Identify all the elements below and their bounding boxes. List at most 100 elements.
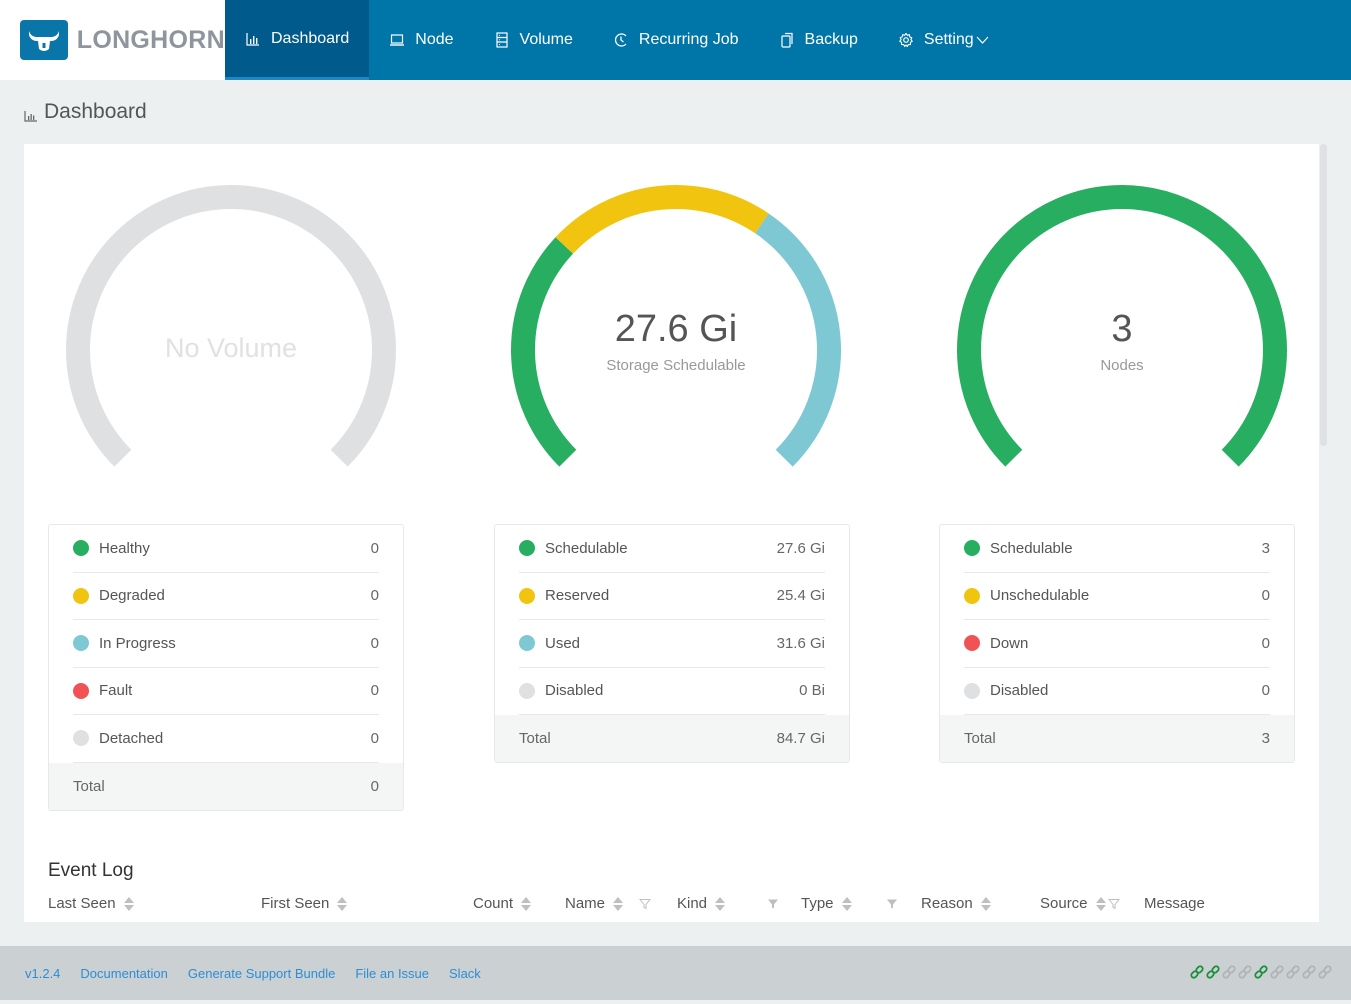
column-name[interactable]: Name	[565, 895, 651, 912]
legend-row-degraded[interactable]: Degraded 0	[73, 573, 379, 621]
legend-row-healthy[interactable]: Healthy 0	[73, 525, 379, 573]
status-dot	[964, 540, 980, 556]
column-kind[interactable]: Kind	[677, 895, 779, 912]
link-icon	[1189, 964, 1205, 980]
sort-icon[interactable]	[521, 897, 531, 911]
clock-icon	[613, 32, 629, 48]
brand-name: LONGHORN	[77, 26, 225, 55]
legend-label: Reserved	[545, 587, 777, 604]
legend-value: 0	[371, 730, 379, 747]
legend-value: 0	[371, 635, 379, 652]
storage-gauge-value: 27.6 Gi	[496, 308, 856, 351]
nav-recurring-job-label: Recurring Job	[639, 31, 739, 49]
legend-label: Disabled	[990, 682, 1262, 699]
sort-icon[interactable]	[337, 897, 347, 911]
nav-volume[interactable]: Volume	[474, 0, 593, 80]
documentation-link[interactable]: Documentation	[80, 966, 167, 981]
legend-value: 0	[371, 540, 379, 557]
sort-icon[interactable]	[613, 897, 623, 911]
column-source[interactable]: Source	[1040, 895, 1120, 912]
nav-dashboard-label: Dashboard	[271, 30, 349, 48]
legend-row-schedulable[interactable]: Schedulable 27.6 Gi	[519, 525, 825, 573]
legend-label: In Progress	[99, 635, 371, 652]
legend-label: Schedulable	[990, 540, 1262, 557]
nav-setting[interactable]: Setting	[878, 0, 1009, 80]
legend-value: 3	[1262, 540, 1270, 557]
column-count[interactable]: Count	[473, 895, 531, 912]
column-label: Reason	[921, 895, 973, 912]
legend-total-value: 0	[371, 778, 379, 795]
nav-node[interactable]: Node	[369, 0, 473, 80]
sort-icon[interactable]	[715, 897, 725, 911]
panel-scrollbar[interactable]	[1320, 144, 1327, 446]
legend-row-reserved[interactable]: Reserved 25.4 Gi	[519, 573, 825, 621]
sort-icon[interactable]	[1096, 897, 1106, 911]
column-label: Last Seen	[48, 895, 116, 912]
filter-icon[interactable]	[886, 898, 898, 910]
link-icon	[1221, 964, 1237, 980]
status-dot	[519, 588, 535, 604]
file-an-issue-link[interactable]: File an Issue	[355, 966, 429, 981]
sort-icon[interactable]	[981, 897, 991, 911]
nav-node-label: Node	[415, 31, 453, 49]
nav-setting-label: Setting	[924, 31, 974, 49]
legend-total-label: Total	[519, 730, 777, 747]
nav-dashboard[interactable]: Dashboard	[225, 0, 369, 80]
legend-total-row: Total 3	[940, 715, 1294, 762]
laptop-icon	[389, 32, 405, 48]
status-dot	[73, 730, 89, 746]
link-icon	[1253, 964, 1269, 980]
link-icon	[1301, 964, 1317, 980]
no-volume-text: No Volume	[51, 333, 411, 364]
status-dot	[73, 683, 89, 699]
legend-row-in-progress[interactable]: In Progress 0	[73, 620, 379, 668]
sort-icon[interactable]	[124, 897, 134, 911]
top-nav-bar: LONGHORN Dashboard Node Volume Recurring…	[0, 0, 1351, 80]
column-first-seen[interactable]: First Seen	[261, 895, 347, 912]
legend-row-detached[interactable]: Detached 0	[73, 715, 379, 763]
legend-row-schedulable[interactable]: Schedulable 3	[964, 525, 1270, 573]
version-link[interactable]: v1.2.4	[25, 966, 60, 981]
chevron-down-icon	[976, 35, 989, 45]
column-type[interactable]: Type	[801, 895, 898, 912]
legend-row-fault[interactable]: Fault 0	[73, 668, 379, 716]
legend-total-value: 84.7 Gi	[777, 730, 825, 747]
nav-recurring-job[interactable]: Recurring Job	[593, 0, 759, 80]
legend-row-unschedulable[interactable]: Unschedulable 0	[964, 573, 1270, 621]
legend-value: 31.6 Gi	[777, 635, 825, 652]
column-message[interactable]: Message	[1144, 895, 1205, 912]
column-label: Kind	[677, 895, 707, 912]
legend-row-down[interactable]: Down 0	[964, 620, 1270, 668]
event-log-title: Event Log	[48, 860, 134, 882]
link-icon	[1269, 964, 1285, 980]
column-last-seen[interactable]: Last Seen	[48, 895, 134, 912]
legend-total-value: 3	[1262, 730, 1270, 747]
nav-backup[interactable]: Backup	[759, 0, 878, 80]
gauge-empty-arc	[78, 197, 384, 458]
status-dot	[519, 635, 535, 651]
filter-icon[interactable]	[767, 898, 779, 910]
link-icon	[1205, 964, 1221, 980]
legend-label: Disabled	[545, 682, 799, 699]
sort-icon[interactable]	[842, 897, 852, 911]
legend-total-label: Total	[964, 730, 1262, 747]
legend-value: 0	[1262, 635, 1270, 652]
column-reason[interactable]: Reason	[921, 895, 991, 912]
slack-link[interactable]: Slack	[449, 966, 481, 981]
legend-label: Used	[545, 635, 777, 652]
filter-icon[interactable]	[1108, 898, 1120, 910]
nav-backup-label: Backup	[805, 31, 858, 49]
legend-row-disabled[interactable]: Disabled 0	[964, 668, 1270, 716]
column-label: Source	[1040, 895, 1088, 912]
column-label: Name	[565, 895, 605, 912]
legend-row-disabled[interactable]: Disabled 0 Bi	[519, 668, 825, 716]
column-label: Count	[473, 895, 513, 912]
generate-support-bundle-link[interactable]: Generate Support Bundle	[188, 966, 335, 981]
status-dot	[73, 635, 89, 651]
column-label: Message	[1144, 895, 1205, 912]
nav-volume-label: Volume	[520, 31, 573, 49]
filter-icon[interactable]	[639, 898, 651, 910]
logo[interactable]: LONGHORN	[0, 0, 225, 80]
legend-row-used[interactable]: Used 31.6 Gi	[519, 620, 825, 668]
status-dot	[519, 683, 535, 699]
